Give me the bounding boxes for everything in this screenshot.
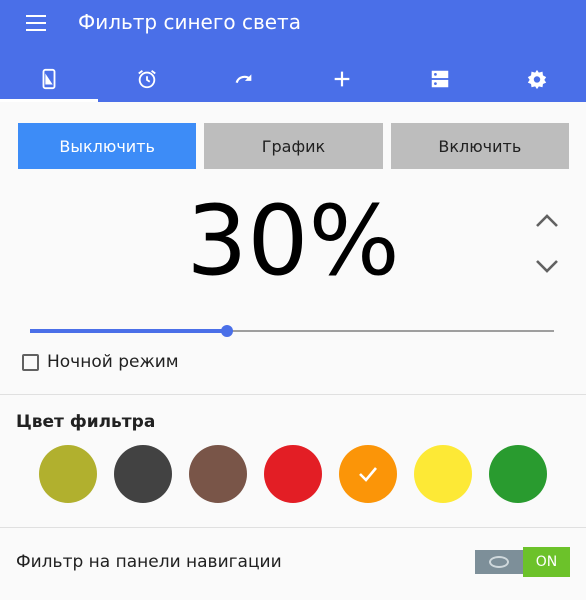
turn-on-button[interactable]: Включить (390, 123, 569, 169)
tab-redo[interactable] (195, 56, 293, 102)
check-icon (359, 467, 377, 482)
turn-off-button[interactable]: Выключить (18, 123, 197, 169)
color-swatch[interactable] (189, 445, 247, 503)
redo-icon (235, 74, 252, 84)
tab-settings[interactable] (488, 56, 586, 102)
color-swatch[interactable] (114, 445, 172, 503)
chevron-up-icon (536, 214, 558, 227)
app-title: Фильтр синего света (78, 10, 301, 34)
tab-phone[interactable] (0, 56, 98, 102)
slider-fill (30, 329, 227, 333)
tab-bar (0, 56, 586, 102)
menu-icon[interactable] (26, 15, 46, 33)
phone-icon (42, 68, 56, 90)
color-swatch[interactable] (489, 445, 547, 503)
gear-icon (528, 69, 547, 90)
tab-storage[interactable] (391, 56, 489, 102)
toggle-on-label: ON (523, 547, 570, 577)
nav-filter-label: Фильтр на панели навигации (16, 552, 282, 572)
decrease-button[interactable] (533, 256, 561, 276)
toggle-off-side (475, 550, 523, 574)
nav-filter-toggle[interactable]: ON (475, 547, 570, 577)
slider-thumb[interactable] (220, 325, 233, 337)
plus-icon (334, 71, 350, 87)
color-picker (39, 445, 547, 503)
tab-alarm[interactable] (98, 56, 196, 102)
app-bar: Фильтр синего света (0, 0, 586, 102)
filter-percentage: 30% (186, 185, 400, 297)
tab-add[interactable] (293, 56, 391, 102)
schedule-button[interactable]: График (204, 123, 383, 169)
color-swatch[interactable] (414, 445, 472, 503)
color-swatch[interactable] (264, 445, 322, 503)
color-swatch[interactable] (39, 445, 97, 503)
filter-color-title: Цвет фильтра (16, 412, 156, 432)
night-mode-label: Ночной режим (47, 352, 179, 372)
divider (0, 527, 586, 528)
night-mode-checkbox[interactable] (22, 353, 39, 371)
chevron-down-icon (536, 260, 558, 273)
increase-button[interactable] (533, 211, 561, 231)
alarm-icon (137, 70, 156, 89)
toggle-off-icon (489, 556, 509, 568)
divider (0, 394, 586, 395)
night-mode-option[interactable]: Ночной режим (22, 352, 179, 372)
storage-icon (431, 70, 448, 88)
intensity-slider[interactable] (30, 320, 554, 342)
color-swatch[interactable] (339, 445, 397, 503)
mode-buttons: Выключить График Включить (18, 123, 569, 169)
